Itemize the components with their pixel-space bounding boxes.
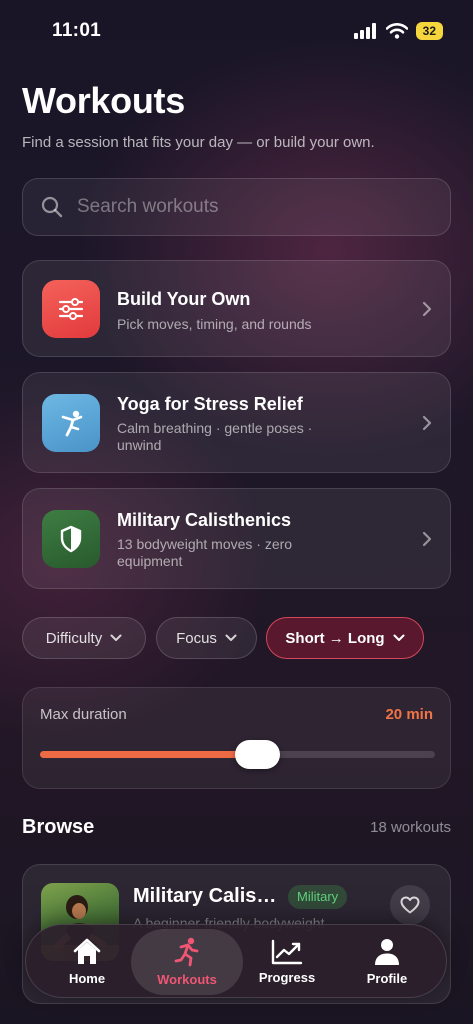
signal-icon — [353, 23, 376, 39]
status-icons: 32 — [353, 22, 443, 40]
status-time: 11:01 — [52, 20, 102, 41]
page-title: Workouts — [22, 80, 185, 121]
tab-workouts[interactable]: Workouts — [131, 929, 243, 995]
tab-progress[interactable]: Progress — [231, 929, 343, 995]
yoga-stress-relief-card[interactable]: Yoga for Stress Relief Calm breathing · … — [22, 372, 451, 473]
military-calisthenics-card[interactable]: Military Calisthenics 13 bodyweight move… — [22, 488, 451, 589]
wifi-icon — [385, 23, 408, 39]
card-subtitle: Pick moves, timing, and rounds — [117, 316, 312, 332]
duration-value: 20 min — [385, 706, 433, 723]
card-title: Build Your Own — [117, 289, 251, 309]
workout-title: Military Calisthenics — [133, 885, 283, 907]
chevron-down-icon — [393, 634, 405, 641]
search-bar[interactable] — [22, 178, 451, 236]
slider-thumb[interactable] — [235, 740, 280, 769]
tab-profile[interactable]: Profile — [331, 929, 443, 995]
tab-home[interactable]: Home — [31, 929, 143, 995]
duration-panel: Max duration 20 min — [22, 687, 451, 789]
chart-icon — [271, 939, 303, 965]
chip-label: Focus — [176, 629, 217, 647]
sliders-icon — [42, 280, 100, 338]
duration-slider[interactable] — [40, 740, 435, 769]
person-icon — [375, 939, 399, 965]
search-input[interactable] — [77, 196, 407, 218]
tab-label: Workouts — [157, 972, 217, 987]
category-badge: Military — [288, 885, 348, 909]
yoga-pose-icon — [42, 394, 100, 452]
heart-icon — [400, 896, 420, 914]
page-subtitle: Find a session that fits your day — or b… — [22, 134, 375, 151]
search-icon — [41, 196, 63, 218]
card-title: Yoga for Stress Relief — [117, 394, 303, 414]
battery-indicator: 32 — [415, 22, 443, 40]
card-subtitle: Calm breathing · gentle poses · unwind — [117, 420, 313, 453]
duration-label: Max duration — [40, 706, 127, 723]
browse-title: Browse — [22, 816, 95, 838]
tab-label: Profile — [366, 971, 408, 986]
chevron-down-icon — [110, 634, 122, 641]
difficulty-filter[interactable]: Difficulty — [22, 617, 146, 659]
tab-label: Home — [68, 971, 106, 986]
browse-count: 18 workouts — [370, 819, 451, 836]
favorite-button[interactable] — [390, 885, 430, 925]
chevron-down-icon — [225, 634, 237, 641]
tab-bar: Home Workouts Progress Profile — [25, 924, 447, 998]
build-your-own-card[interactable]: Build Your Own Pick moves, timing, and r… — [22, 260, 451, 357]
slider-fill — [40, 751, 257, 758]
sort-filter[interactable]: Short → Long — [266, 617, 424, 659]
chip-label: Short → Long — [285, 629, 385, 647]
tab-label: Progress — [258, 970, 316, 985]
focus-filter[interactable]: Focus — [156, 617, 257, 659]
card-title: Military Calisthenics — [117, 510, 292, 530]
home-icon — [73, 938, 101, 964]
running-icon — [174, 937, 199, 967]
chevron-right-icon — [422, 301, 432, 317]
chevron-right-icon — [422, 415, 432, 431]
shield-icon — [42, 510, 100, 568]
chevron-right-icon — [422, 531, 432, 547]
chip-label: Difficulty — [45, 629, 103, 647]
card-subtitle: 13 bodyweight moves · zero equipment — [117, 536, 293, 569]
